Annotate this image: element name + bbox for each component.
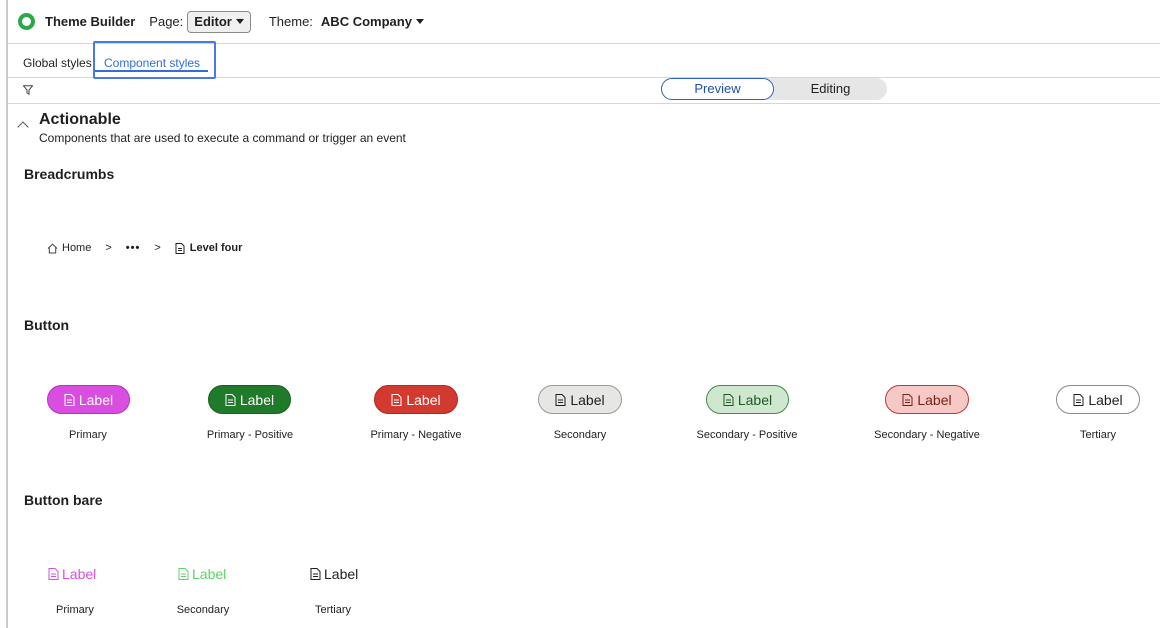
tertiary-bare-button[interactable]: Label: [310, 566, 358, 582]
document-icon: [64, 393, 75, 406]
app-title: Theme Builder: [45, 14, 136, 29]
breadcrumb-separator: >: [105, 242, 112, 254]
button-caption: Primary: [69, 429, 107, 441]
button-caption: Primary - Positive: [206, 429, 294, 441]
section-title: Actionable: [39, 111, 121, 128]
caret-down-icon: [235, 19, 244, 24]
theme-builder-logo-icon: [18, 13, 35, 30]
document-icon: [178, 568, 189, 580]
page-label: Page:: [149, 14, 184, 29]
theme-dropdown-value: ABC Company: [320, 14, 412, 29]
button-bare-heading: Button bare: [24, 492, 103, 508]
editing-toggle-option[interactable]: Editing: [774, 78, 887, 100]
document-icon: [391, 393, 402, 406]
top-header: Theme Builder Page: Editor Theme: ABC Co…: [8, 0, 1160, 44]
section-description: Components that are used to execute a co…: [39, 131, 406, 145]
secondary-bare-button[interactable]: Label: [178, 566, 226, 582]
filter-row: [8, 78, 1160, 104]
document-icon: [902, 393, 913, 406]
view-toggle: Preview Editing: [661, 78, 887, 100]
button-heading: Button: [24, 317, 70, 333]
page-dropdown[interactable]: Editor: [187, 10, 251, 33]
document-icon: [48, 568, 59, 580]
button-caption: Secondary - Negative: [874, 429, 980, 441]
page-dropdown-value: Editor: [194, 14, 232, 29]
breadcrumb: Home > ••• > Level four: [47, 242, 242, 254]
document-icon: [175, 242, 185, 254]
home-icon: [47, 243, 58, 253]
focus-highlight: [93, 41, 216, 79]
breadcrumbs-heading: Breadcrumbs: [24, 166, 115, 182]
button-caption: Tertiary: [1079, 429, 1117, 441]
document-icon: [225, 393, 236, 406]
document-icon: [723, 393, 734, 406]
primary-positive-button[interactable]: Label: [208, 385, 291, 414]
preview-toggle-option[interactable]: Preview: [661, 78, 774, 100]
button-label: Label: [1088, 391, 1123, 408]
button-caption: Secondary: [176, 604, 230, 616]
primary-button[interactable]: Label: [47, 385, 130, 414]
filter-icon[interactable]: [23, 85, 33, 95]
theme-label: Theme:: [268, 14, 313, 29]
breadcrumb-overflow-button[interactable]: •••: [126, 242, 141, 254]
button-caption: Primary: [56, 604, 94, 616]
primary-bare-button[interactable]: Label: [48, 566, 96, 582]
button-caption: Tertiary: [314, 604, 352, 616]
breadcrumb-current: Level four: [189, 242, 243, 254]
document-icon: [555, 393, 566, 406]
tertiary-button[interactable]: Label: [1056, 385, 1140, 414]
breadcrumb-home-link[interactable]: Home: [62, 242, 91, 254]
button-label: Label: [737, 391, 773, 408]
secondary-button[interactable]: Label: [538, 385, 622, 414]
chevron-up-icon[interactable]: [17, 121, 29, 133]
button-label: Label: [239, 391, 275, 408]
breadcrumb-separator: >: [154, 242, 161, 254]
button-caption: Secondary: [553, 429, 607, 441]
tab-global-styles[interactable]: Global styles: [23, 56, 92, 70]
button-label: Label: [192, 566, 227, 582]
document-icon: [1073, 393, 1084, 406]
secondary-positive-button[interactable]: Label: [706, 385, 789, 414]
primary-negative-button[interactable]: Label: [374, 385, 458, 414]
caret-down-icon: [415, 19, 424, 24]
secondary-negative-button[interactable]: Label: [885, 385, 969, 414]
button-caption: Primary - Negative: [370, 429, 462, 441]
button-label: Label: [324, 566, 359, 582]
button-label: Label: [62, 566, 97, 582]
document-icon: [310, 568, 321, 580]
button-label: Label: [406, 391, 441, 408]
button-label: Label: [78, 391, 114, 408]
theme-dropdown[interactable]: ABC Company: [321, 14, 424, 29]
button-caption: Secondary - Positive: [696, 429, 798, 441]
button-label: Label: [570, 391, 605, 408]
button-label: Label: [917, 391, 952, 408]
